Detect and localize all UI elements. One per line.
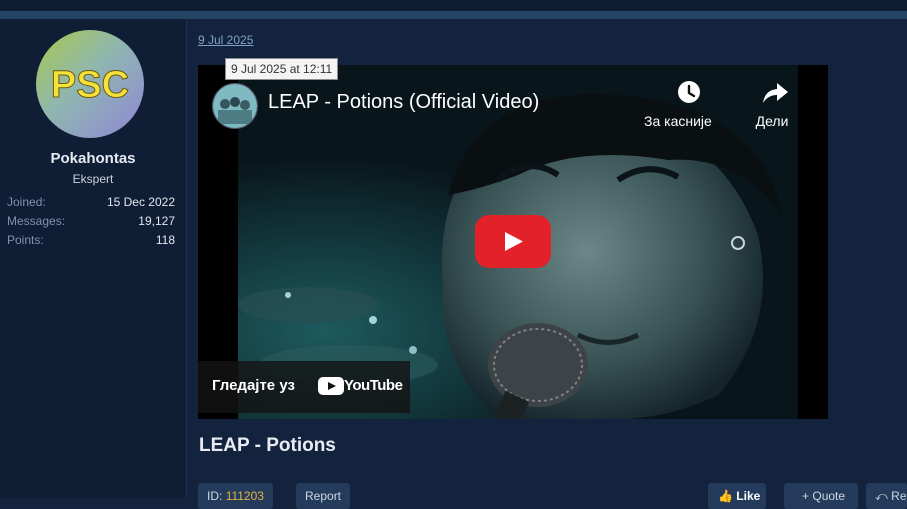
share-label: Дели	[755, 113, 789, 129]
user-title: Ekspert	[72, 172, 114, 186]
reply-button[interactable]: ⤺ Re	[866, 483, 907, 509]
user-avatar[interactable]: PSC	[36, 30, 144, 138]
plus-icon: +	[802, 489, 810, 503]
quote-button[interactable]: + Quote	[784, 483, 858, 509]
like-button[interactable]: 👍 Like	[708, 483, 766, 509]
watch-on-youtube[interactable]: Гледајте уз YouTube	[198, 361, 410, 413]
avatar-text: PSC	[51, 64, 129, 106]
username[interactable]: Pokahontas	[0, 150, 186, 167]
post-id-value: 111203	[225, 489, 264, 503]
share-icon	[763, 83, 788, 103]
stat-label: Messages:	[7, 214, 66, 228]
quote-label: Quote	[812, 489, 846, 503]
youtube-wordmark: YouTube	[344, 377, 403, 394]
watch-later-label: За касније	[644, 113, 712, 129]
reply-label: Re	[891, 489, 907, 503]
play-button[interactable]	[475, 215, 551, 268]
watch-later-button[interactable]: За касније	[644, 79, 712, 129]
channel-avatar[interactable]	[212, 83, 258, 129]
post-id-label: ID:	[207, 489, 223, 503]
report-button[interactable]: Report	[296, 483, 351, 509]
thumbs-up-icon: 👍	[718, 489, 733, 503]
post-id-button[interactable]: ID: 111203	[198, 483, 273, 509]
watch-on-label: Гледајте уз	[212, 377, 295, 394]
youtube-embed[interactable]: LEAP - Potions (Official Video) За касни…	[198, 65, 828, 419]
play-icon	[505, 232, 523, 251]
video-title[interactable]: LEAP - Potions (Official Video)	[268, 91, 539, 114]
date-tooltip: 9 Jul 2025 at 12:11	[225, 58, 339, 80]
stat-label: Points:	[7, 233, 44, 247]
stat-label: Joined:	[7, 195, 46, 209]
like-label: Like	[736, 489, 761, 503]
share-button[interactable]: Дели	[754, 79, 790, 129]
youtube-logo-icon	[318, 377, 344, 395]
post-body-text: LEAP - Potions	[199, 435, 336, 456]
post-date-link[interactable]: 9 Jul 2025	[198, 33, 253, 47]
reply-icon: ⤺	[875, 489, 888, 503]
stat-value: 19,127	[138, 214, 175, 228]
top-bar	[0, 0, 907, 11]
stat-value: 15 Dec 2022	[106, 195, 175, 209]
clock-icon	[678, 81, 700, 103]
stat-value: 118	[155, 233, 175, 247]
post-header-band	[0, 11, 907, 19]
